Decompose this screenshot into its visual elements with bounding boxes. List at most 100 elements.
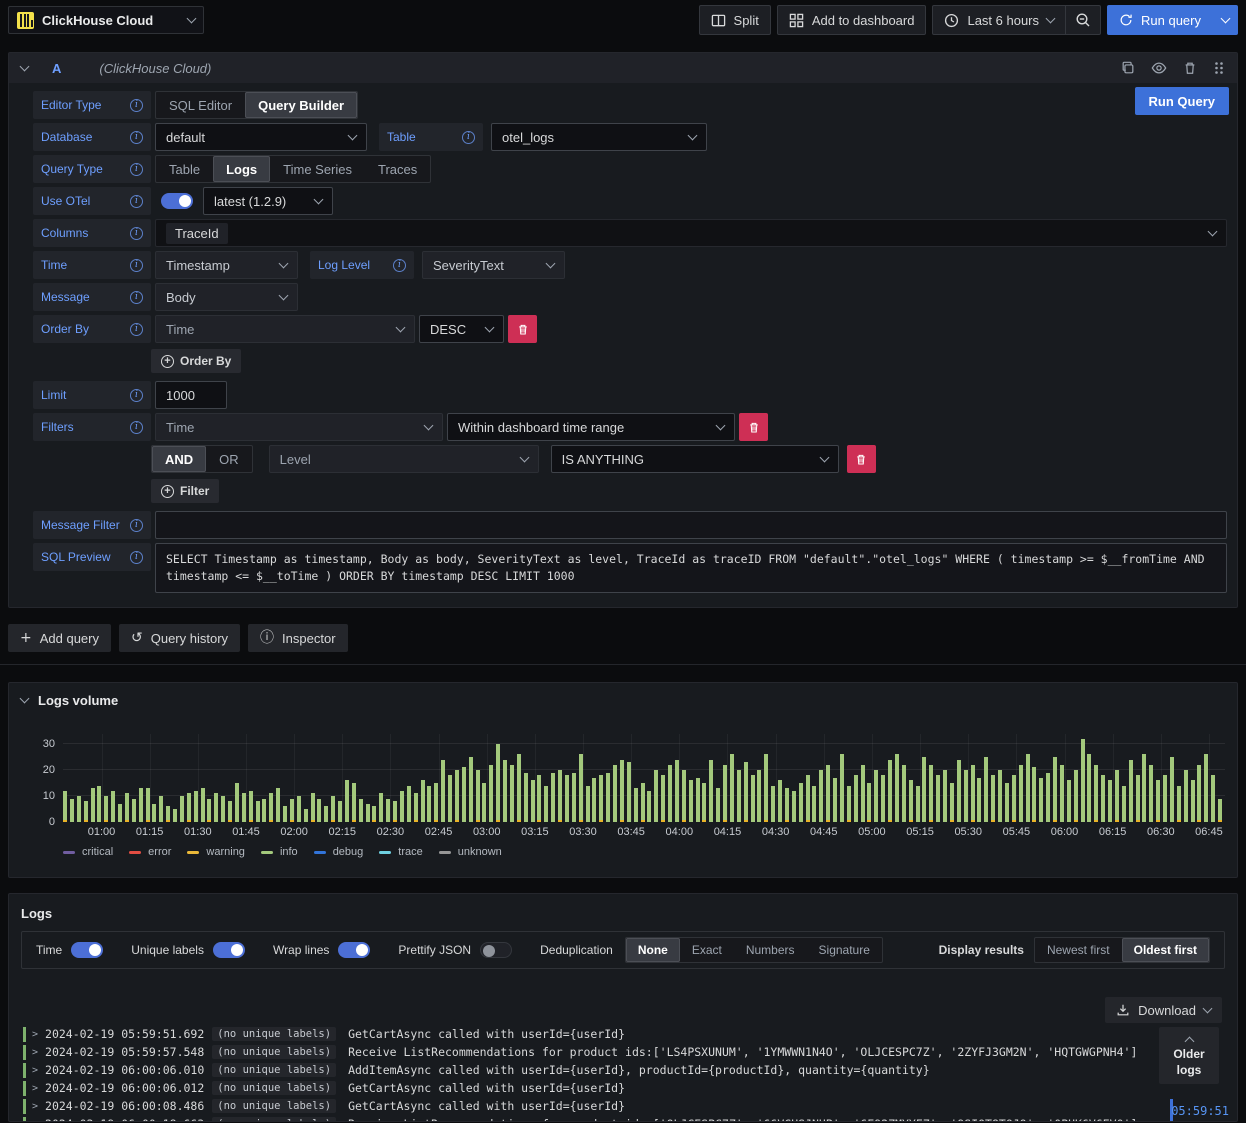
run-query-panel-button[interactable]: Run Query (1134, 87, 1229, 115)
volume-bar[interactable] (248, 790, 253, 822)
volume-bar[interactable] (771, 785, 776, 822)
volume-bar[interactable] (805, 775, 810, 822)
volume-bar[interactable] (1169, 757, 1174, 822)
volume-bar[interactable] (1004, 783, 1009, 822)
column-chip[interactable]: TraceId (166, 222, 228, 244)
volume-bar[interactable] (118, 803, 122, 822)
filter-field-select[interactable]: Time (155, 413, 443, 441)
volume-bar[interactable] (784, 788, 789, 822)
drag-handle-icon[interactable] (1213, 61, 1225, 75)
message-column-select[interactable]: Body (155, 283, 298, 311)
volume-bar[interactable] (1121, 785, 1126, 822)
volume-bar[interactable] (516, 754, 521, 822)
volume-bar[interactable] (386, 798, 391, 822)
volume-bar[interactable] (1018, 764, 1023, 822)
volume-bar[interactable] (812, 785, 817, 822)
volume-bar[interactable] (406, 785, 411, 822)
volume-bar[interactable] (179, 796, 184, 822)
volume-bar[interactable] (839, 754, 844, 822)
volume-bar[interactable] (853, 775, 858, 822)
volume-bar[interactable] (1073, 770, 1078, 822)
volume-bar[interactable] (173, 809, 177, 822)
volume-bar[interactable] (186, 793, 191, 822)
volume-bar[interactable] (104, 796, 109, 822)
volume-bar[interactable] (798, 783, 803, 822)
volume-bar[interactable] (936, 775, 941, 822)
volume-bar[interactable] (613, 764, 618, 822)
datasource-picker[interactable]: ClickHouse Cloud (8, 6, 204, 34)
volume-bar[interactable] (482, 783, 487, 822)
expand-caret-icon[interactable]: > (32, 1101, 38, 1112)
volume-bar[interactable] (317, 798, 322, 822)
dedup-option-signature[interactable]: Signature (807, 938, 882, 962)
volume-bar[interactable] (1149, 764, 1154, 822)
volume-bar[interactable] (69, 798, 74, 822)
volume-bar[interactable] (200, 788, 205, 822)
volume-bar[interactable] (571, 772, 576, 822)
info-icon[interactable]: i (130, 130, 143, 144)
volume-bar[interactable] (881, 775, 886, 822)
wrap-lines-toggle[interactable] (338, 942, 371, 958)
volume-bar[interactable] (1039, 777, 1044, 822)
volume-bar[interactable] (523, 772, 528, 822)
volume-bar[interactable] (888, 759, 893, 822)
add-to-dashboard-button[interactable]: Add to dashboard (776, 5, 927, 35)
volume-bar[interactable] (764, 754, 769, 822)
expand-caret-icon[interactable]: > (32, 1029, 38, 1040)
volume-bar[interactable] (1204, 754, 1209, 822)
volume-bar[interactable] (1156, 780, 1161, 822)
legend-item-warning[interactable]: warning (187, 846, 245, 858)
volume-bar[interactable] (551, 772, 556, 822)
volume-bar[interactable] (544, 785, 549, 822)
volume-bar[interactable] (496, 744, 501, 822)
volume-bar[interactable] (63, 790, 67, 822)
display-newest-first[interactable]: Newest first (1035, 938, 1122, 962)
volume-bar[interactable] (709, 759, 714, 822)
volume-bar[interactable] (661, 775, 666, 822)
volume-bar[interactable] (750, 775, 755, 822)
table-select[interactable]: otel_logs (491, 123, 707, 151)
volume-bar[interactable] (207, 798, 212, 822)
volume-bar[interactable] (379, 793, 384, 822)
add-query-button[interactable]: + Add query (8, 624, 111, 652)
volume-bar[interactable] (1032, 767, 1037, 822)
filter2-field-select[interactable]: Level (268, 445, 539, 473)
volume-bar[interactable] (599, 775, 604, 822)
volume-bar[interactable] (915, 785, 920, 822)
volume-bar[interactable] (668, 764, 673, 822)
volume-bar[interactable] (76, 796, 81, 822)
volume-bar[interactable] (124, 793, 129, 822)
volume-bar[interactable] (351, 783, 356, 822)
volume-bar[interactable] (1080, 738, 1085, 822)
volume-bar[interactable] (441, 759, 446, 822)
collapse-chevron-icon[interactable] (19, 693, 30, 704)
volume-bar[interactable] (1087, 754, 1092, 822)
prettify-json-toggle[interactable] (480, 942, 513, 958)
volume-bar[interactable] (296, 796, 301, 822)
database-select[interactable]: default (155, 123, 367, 151)
volume-bar[interactable] (228, 801, 233, 822)
log-row[interactable]: >2024-02-19 05:59:57.548 (no unique label… (23, 1043, 1223, 1061)
log-row[interactable]: >2024-02-19 06:00:06.012 (no unique label… (23, 1079, 1223, 1097)
volume-bar[interactable] (681, 770, 686, 822)
volume-bar[interactable] (303, 809, 308, 822)
volume-bar[interactable] (1053, 757, 1058, 822)
legend-item-debug[interactable]: debug (313, 846, 363, 858)
volume-bar[interactable] (131, 798, 136, 822)
volume-bar[interactable] (454, 770, 459, 822)
volume-bar[interactable] (695, 777, 700, 822)
legend-item-trace[interactable]: trace (379, 846, 423, 858)
volume-bar[interactable] (344, 780, 349, 822)
volume-bar[interactable] (145, 788, 150, 822)
zoom-out-time-button[interactable] (1066, 5, 1102, 35)
trash-icon[interactable] (1183, 61, 1197, 75)
volume-bar[interactable] (977, 777, 982, 822)
volume-bar[interactable] (413, 793, 418, 822)
info-icon[interactable]: i (462, 130, 475, 144)
volume-bar[interactable] (647, 790, 652, 822)
volume-bar[interactable] (1183, 770, 1188, 822)
query-type-option-timeseries[interactable]: Time Series (270, 156, 365, 182)
volume-bar[interactable] (894, 754, 899, 822)
volume-bar[interactable] (90, 788, 95, 822)
volume-bar[interactable] (97, 785, 102, 822)
